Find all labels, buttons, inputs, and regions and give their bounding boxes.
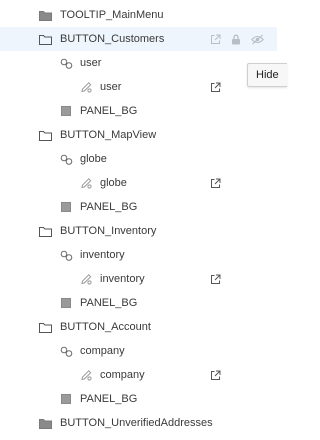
tree-row-account-company-group[interactable]: company <box>0 339 277 363</box>
tree-row-account-panel-bg[interactable]: PANEL_BG <box>0 387 277 411</box>
tree-row-customers-panel-bg[interactable]: PANEL_BG <box>0 99 277 123</box>
hide-tooltip: Hide <box>247 63 287 87</box>
tree-row-label: BUTTON_MapView <box>60 129 157 141</box>
image-symbol-icon <box>79 171 93 195</box>
layer-tree: TOOLTIP_MainMenu BUTTON_Customers user u… <box>0 3 277 435</box>
row-actions <box>208 27 264 51</box>
group-link-icon <box>59 51 73 75</box>
group-link-icon <box>59 339 73 363</box>
tree-row-button-inventory[interactable]: BUTTON_Inventory <box>0 219 277 243</box>
tree-row-label: BUTTON_UnverifiedAddresses <box>60 417 213 429</box>
folder-filled-icon <box>38 3 52 27</box>
tree-row-mapview-globe-image[interactable]: globe <box>0 171 277 195</box>
tree-row-label: globe <box>100 177 127 189</box>
tree-row-label: TOOLTIP_MainMenu <box>60 9 164 21</box>
external-link-icon[interactable] <box>208 171 222 195</box>
folder-filled-icon <box>38 411 52 435</box>
external-link-icon[interactable] <box>208 75 222 99</box>
panel-square-icon <box>59 195 73 219</box>
tree-row-label: user <box>80 57 102 69</box>
tree-row-inventory-panel-bg[interactable]: PANEL_BG <box>0 291 277 315</box>
folder-icon <box>38 219 52 243</box>
image-symbol-icon <box>79 75 93 99</box>
tree-row-label: inventory <box>100 273 145 285</box>
tree-row-inventory-group[interactable]: inventory <box>0 243 277 267</box>
tree-row-button-mapview[interactable]: BUTTON_MapView <box>0 123 277 147</box>
group-link-icon <box>59 147 73 171</box>
tree-row-label: BUTTON_Inventory <box>60 225 157 237</box>
tree-row-label: PANEL_BG <box>80 297 138 309</box>
tree-row-label: BUTTON_Account <box>60 321 151 333</box>
folder-icon <box>38 27 52 51</box>
panel-square-icon <box>59 291 73 315</box>
image-symbol-icon <box>79 267 93 291</box>
tree-row-label: inventory <box>80 249 125 261</box>
eye-hidden-icon[interactable] <box>250 27 264 51</box>
image-symbol-icon <box>79 363 93 387</box>
tree-row-inventory-image[interactable]: inventory <box>0 267 277 291</box>
tree-row-label: globe <box>80 153 107 165</box>
tree-row-label: PANEL_BG <box>80 105 138 117</box>
tree-row-label: PANEL_BG <box>80 201 138 213</box>
tree-row-label: PANEL_BG <box>80 393 138 405</box>
tree-row-button-unverified[interactable]: BUTTON_UnverifiedAddresses <box>0 411 277 435</box>
external-link-icon[interactable] <box>208 363 222 387</box>
tree-row-button-customers[interactable]: BUTTON_Customers <box>0 27 277 51</box>
folder-icon <box>38 123 52 147</box>
lock-icon[interactable] <box>229 27 243 51</box>
tree-row-button-account[interactable]: BUTTON_Account <box>0 315 277 339</box>
tree-row-tooltip-mainmenu[interactable]: TOOLTIP_MainMenu <box>0 3 277 27</box>
tree-row-mapview-panel-bg[interactable]: PANEL_BG <box>0 195 277 219</box>
tree-row-label: company <box>80 345 125 357</box>
folder-icon <box>38 315 52 339</box>
panel-square-icon <box>59 99 73 123</box>
external-link-icon[interactable] <box>208 27 222 51</box>
tree-row-mapview-globe-group[interactable]: globe <box>0 147 277 171</box>
group-link-icon <box>59 243 73 267</box>
tree-row-customers-user-group[interactable]: user <box>0 51 277 75</box>
tree-row-label: user <box>100 81 122 93</box>
panel-square-icon <box>59 387 73 411</box>
tree-row-customers-user-image[interactable]: user <box>0 75 277 99</box>
tree-row-label: company <box>100 369 145 381</box>
external-link-icon[interactable] <box>208 267 222 291</box>
tree-row-account-company-image[interactable]: company <box>0 363 277 387</box>
tree-row-label: BUTTON_Customers <box>60 33 165 45</box>
